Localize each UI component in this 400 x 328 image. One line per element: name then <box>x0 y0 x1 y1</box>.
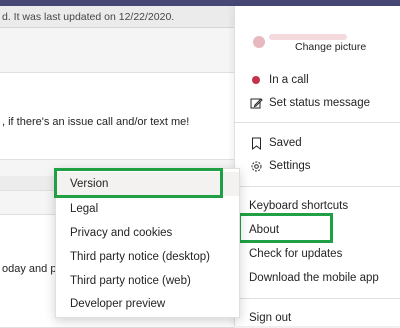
menu-item-label: Check for updates <box>249 248 343 260</box>
saved-item[interactable]: Saved <box>249 133 302 153</box>
third-party-notice-desktop-item[interactable]: Third party notice (desktop) <box>70 251 210 263</box>
check-for-updates-item[interactable]: Check for updates <box>249 244 342 264</box>
set-status-message[interactable]: Set status message <box>249 93 370 113</box>
download-mobile-app-item[interactable]: Download the mobile app <box>249 268 379 288</box>
settings-item[interactable]: Settings <box>249 156 311 176</box>
about-highlight-box <box>238 213 333 243</box>
menu-item-label: Settings <box>269 160 311 172</box>
version-highlight-box <box>54 168 223 198</box>
privacy-and-cookies-item[interactable]: Privacy and cookies <box>70 227 172 239</box>
menu-item-label: Sign out <box>249 312 292 324</box>
menu-item-label: In a call <box>269 74 309 86</box>
change-picture-link[interactable]: Change picture <box>295 41 366 53</box>
menu-item-label: Download the mobile app <box>249 272 379 284</box>
user-name-redacted <box>269 34 347 40</box>
divider <box>235 122 400 123</box>
divider <box>235 298 400 299</box>
third-party-notice-web-item[interactable]: Third party notice (web) <box>70 275 191 287</box>
edit-icon <box>249 96 263 110</box>
menu-item-label: Set status message <box>269 97 370 109</box>
sign-out-item[interactable]: Sign out <box>249 308 291 328</box>
chat-message-card: , if there's an issue call and/or text m… <box>0 72 234 160</box>
red-status-dot-icon <box>249 73 263 87</box>
bookmark-icon <box>249 136 263 150</box>
chat-message-text: oday and p <box>2 263 57 275</box>
developer-preview-item[interactable]: Developer preview <box>70 298 165 310</box>
legal-item[interactable]: Legal <box>70 203 98 215</box>
divider <box>235 186 400 187</box>
avatar[interactable] <box>253 36 265 48</box>
status-in-a-call[interactable]: In a call <box>249 70 309 90</box>
update-notice: d. It was last updated on 12/22/2020. <box>0 6 234 28</box>
gear-icon <box>249 159 263 173</box>
profile-menu: Change picture In a call Set status mess… <box>234 6 400 326</box>
menu-item-label: Saved <box>269 137 302 149</box>
chat-message-text: , if there's an issue call and/or text m… <box>2 116 190 128</box>
about-submenu: Version Legal Privacy and cookies Third … <box>54 168 240 318</box>
menu-item-label: Keyboard shortcuts <box>249 200 349 212</box>
